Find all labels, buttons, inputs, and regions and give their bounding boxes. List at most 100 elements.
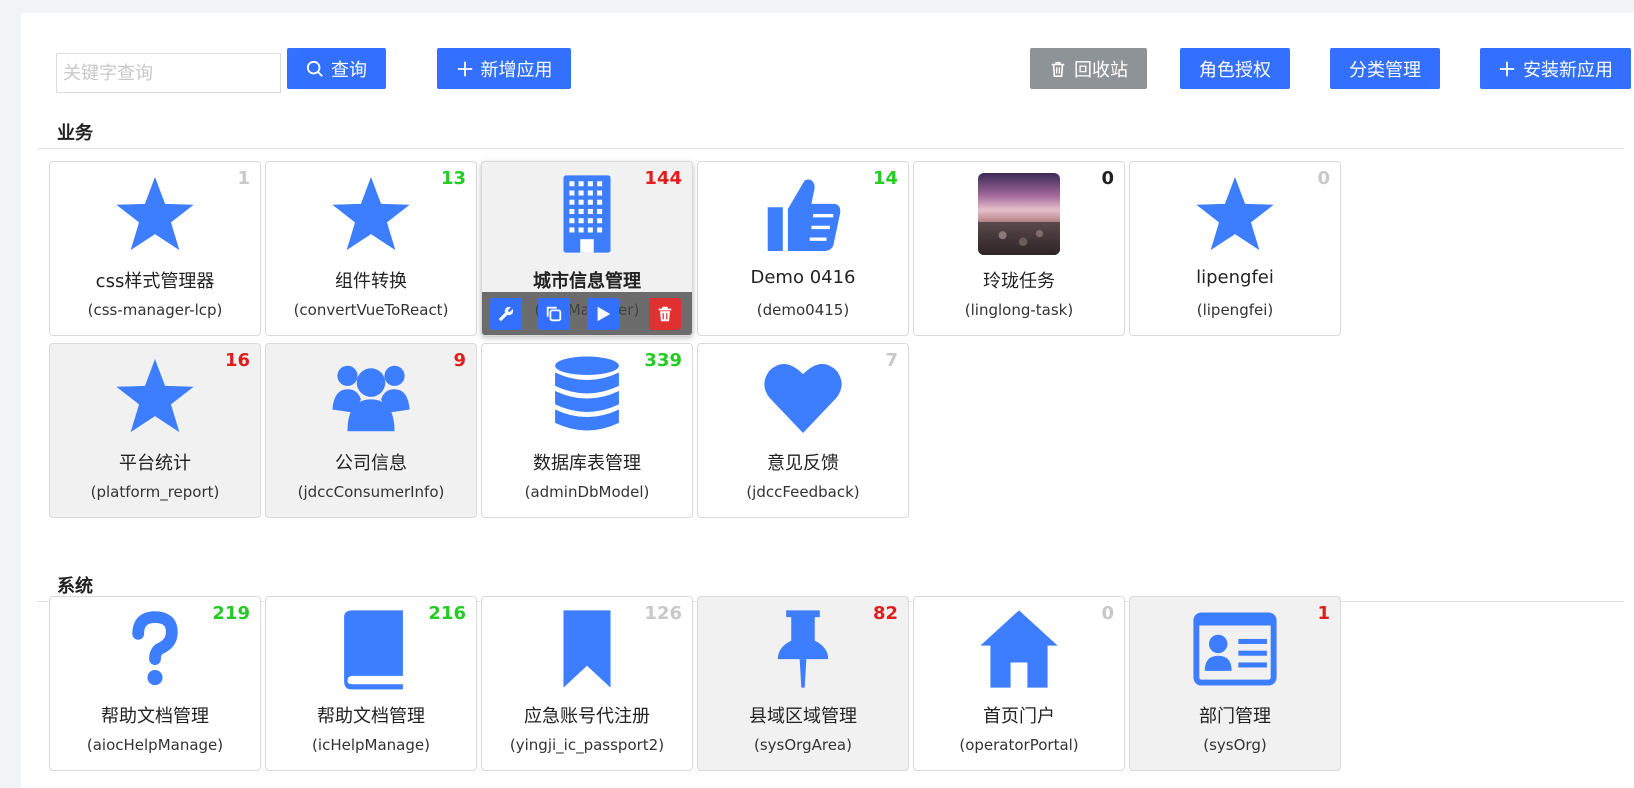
app-code: (platform_report) bbox=[90, 483, 220, 501]
usage-count: 1 bbox=[1317, 603, 1330, 624]
app-card[interactable]: 1 部门管理 (sysOrg) bbox=[1129, 596, 1341, 771]
question-icon bbox=[113, 607, 197, 691]
install-app-button[interactable]: 安装新应用 bbox=[1480, 48, 1631, 89]
usage-count: 13 bbox=[440, 168, 466, 189]
wrench-icon bbox=[497, 305, 515, 323]
app-card[interactable]: 144城市信息管理(cityManager) bbox=[481, 161, 693, 336]
app-card[interactable]: 339 数据库表管理 (adminDbModel) bbox=[481, 343, 693, 518]
query-label: 查询 bbox=[331, 59, 367, 81]
app-card[interactable]: 13 组件转换 (convertVueToReact) bbox=[265, 161, 477, 336]
recycle-bin-label: 回收站 bbox=[1074, 59, 1128, 81]
trash-icon bbox=[656, 305, 674, 323]
app-name: 数据库表管理 bbox=[533, 453, 641, 474]
search-input[interactable] bbox=[56, 53, 281, 93]
app-name: 平台统计 bbox=[119, 453, 191, 474]
usage-count: 82 bbox=[872, 603, 898, 624]
app-card[interactable]: 126 应急账号代注册 (yingji_ic_passport2) bbox=[481, 596, 693, 771]
building-icon bbox=[545, 172, 629, 256]
app-name: css样式管理器 bbox=[95, 271, 215, 292]
app-card[interactable]: 16 平台统计 (platform_report) bbox=[49, 343, 261, 518]
bookmark-icon bbox=[545, 607, 629, 691]
app-card[interactable]: 0 lipengfei (lipengfei) bbox=[1129, 161, 1341, 336]
add-app-label: 新增应用 bbox=[480, 59, 553, 81]
app-name: 公司信息 bbox=[335, 453, 407, 474]
thumbs-up-icon bbox=[761, 172, 845, 256]
app-name: 组件转换 bbox=[335, 271, 407, 292]
pin-icon bbox=[761, 607, 845, 691]
app-card[interactable]: 7 意见反馈 (jdccFeedback) bbox=[697, 343, 909, 518]
usage-count: 144 bbox=[644, 168, 682, 189]
app-card[interactable]: 82 县域区域管理 (sysOrgArea) bbox=[697, 596, 909, 771]
usage-count: 16 bbox=[224, 350, 250, 371]
app-card[interactable]: 216 帮助文档管理 (icHelpManage) bbox=[265, 596, 477, 771]
star-icon bbox=[113, 172, 197, 256]
usage-count: 0 bbox=[1317, 168, 1330, 189]
app-name: 县域区域管理 bbox=[749, 706, 857, 727]
app-name: lipengfei bbox=[1196, 267, 1274, 288]
id-card-icon bbox=[1193, 607, 1277, 691]
app-code: (demo0415) bbox=[756, 301, 850, 319]
usage-count: 126 bbox=[644, 603, 682, 624]
app-code: (linglong-task) bbox=[964, 301, 1074, 319]
app-code: (convertVueToReact) bbox=[293, 301, 449, 319]
app-name: 帮助文档管理 bbox=[101, 706, 209, 727]
plus-icon bbox=[457, 61, 472, 76]
usage-count: 339 bbox=[644, 350, 682, 371]
app-code: (css-manager-lcp) bbox=[87, 301, 223, 319]
app-name: 应急账号代注册 bbox=[524, 706, 650, 727]
query-button[interactable]: 查询 bbox=[287, 48, 386, 89]
plus-icon bbox=[1499, 61, 1515, 76]
search-icon bbox=[306, 60, 323, 77]
card-action-bar bbox=[482, 292, 692, 335]
usage-count: 7 bbox=[885, 350, 898, 371]
add-app-button[interactable]: 新增应用 bbox=[437, 48, 571, 89]
copy-icon bbox=[545, 305, 563, 323]
delete-button[interactable] bbox=[649, 298, 681, 330]
app-card[interactable]: 0 玲珑任务 (linglong-task) bbox=[913, 161, 1125, 336]
copy-button[interactable] bbox=[538, 298, 570, 330]
star-icon bbox=[329, 172, 413, 256]
app-code: (jdccConsumerInfo) bbox=[297, 483, 445, 501]
app-code: (aiocHelpManage) bbox=[86, 736, 224, 754]
run-button[interactable] bbox=[587, 298, 619, 330]
app-code: (adminDbModel) bbox=[524, 483, 650, 501]
app-name: 玲珑任务 bbox=[983, 271, 1055, 292]
star-icon bbox=[113, 354, 197, 438]
app-card[interactable]: 0 首页门户 (operatorPortal) bbox=[913, 596, 1125, 771]
usage-count: 14 bbox=[872, 168, 898, 189]
database-icon bbox=[545, 354, 629, 438]
play-icon bbox=[594, 305, 612, 323]
section-title-business: 业务 bbox=[57, 123, 93, 144]
install-app-label: 安装新应用 bbox=[1523, 59, 1613, 81]
app-name: 城市信息管理 bbox=[533, 271, 641, 292]
app-card[interactable]: 1 css样式管理器 (css-manager-lcp) bbox=[49, 161, 261, 336]
app-code: (sysOrg) bbox=[1203, 736, 1267, 754]
category-manage-button[interactable]: 分类管理 bbox=[1330, 48, 1440, 89]
role-auth-button[interactable]: 角色授权 bbox=[1180, 48, 1290, 89]
users-icon bbox=[329, 354, 413, 438]
app-card[interactable]: 219 帮助文档管理 (aiocHelpManage) bbox=[49, 596, 261, 771]
app-code: (icHelpManage) bbox=[312, 736, 430, 754]
recycle-bin-button[interactable]: 回收站 bbox=[1030, 48, 1147, 89]
usage-count: 0 bbox=[1101, 603, 1114, 624]
app-code: (operatorPortal) bbox=[959, 736, 1079, 754]
app-code: (lipengfei) bbox=[1196, 301, 1274, 319]
configure-button[interactable] bbox=[490, 298, 522, 330]
section-title-system: 系统 bbox=[57, 576, 93, 597]
app-card[interactable]: 9 公司信息 (jdccConsumerInfo) bbox=[265, 343, 477, 518]
star-icon bbox=[1193, 172, 1277, 256]
app-card[interactable]: 14 Demo 0416 (demo0415) bbox=[697, 161, 909, 336]
usage-count: 0 bbox=[1101, 168, 1114, 189]
app-name: 部门管理 bbox=[1199, 706, 1271, 727]
app-code: (sysOrgArea) bbox=[754, 736, 852, 754]
role-auth-label: 角色授权 bbox=[1199, 59, 1271, 81]
section-divider bbox=[37, 148, 1624, 149]
app-name: 帮助文档管理 bbox=[317, 706, 425, 727]
home-icon bbox=[977, 607, 1061, 691]
landscape-thumbnail bbox=[977, 172, 1061, 256]
app-code: (yingji_ic_passport2) bbox=[509, 736, 665, 754]
usage-count: 9 bbox=[453, 350, 466, 371]
trash-icon bbox=[1051, 61, 1065, 77]
usage-count: 216 bbox=[428, 603, 466, 624]
app-name: 首页门户 bbox=[983, 706, 1055, 727]
